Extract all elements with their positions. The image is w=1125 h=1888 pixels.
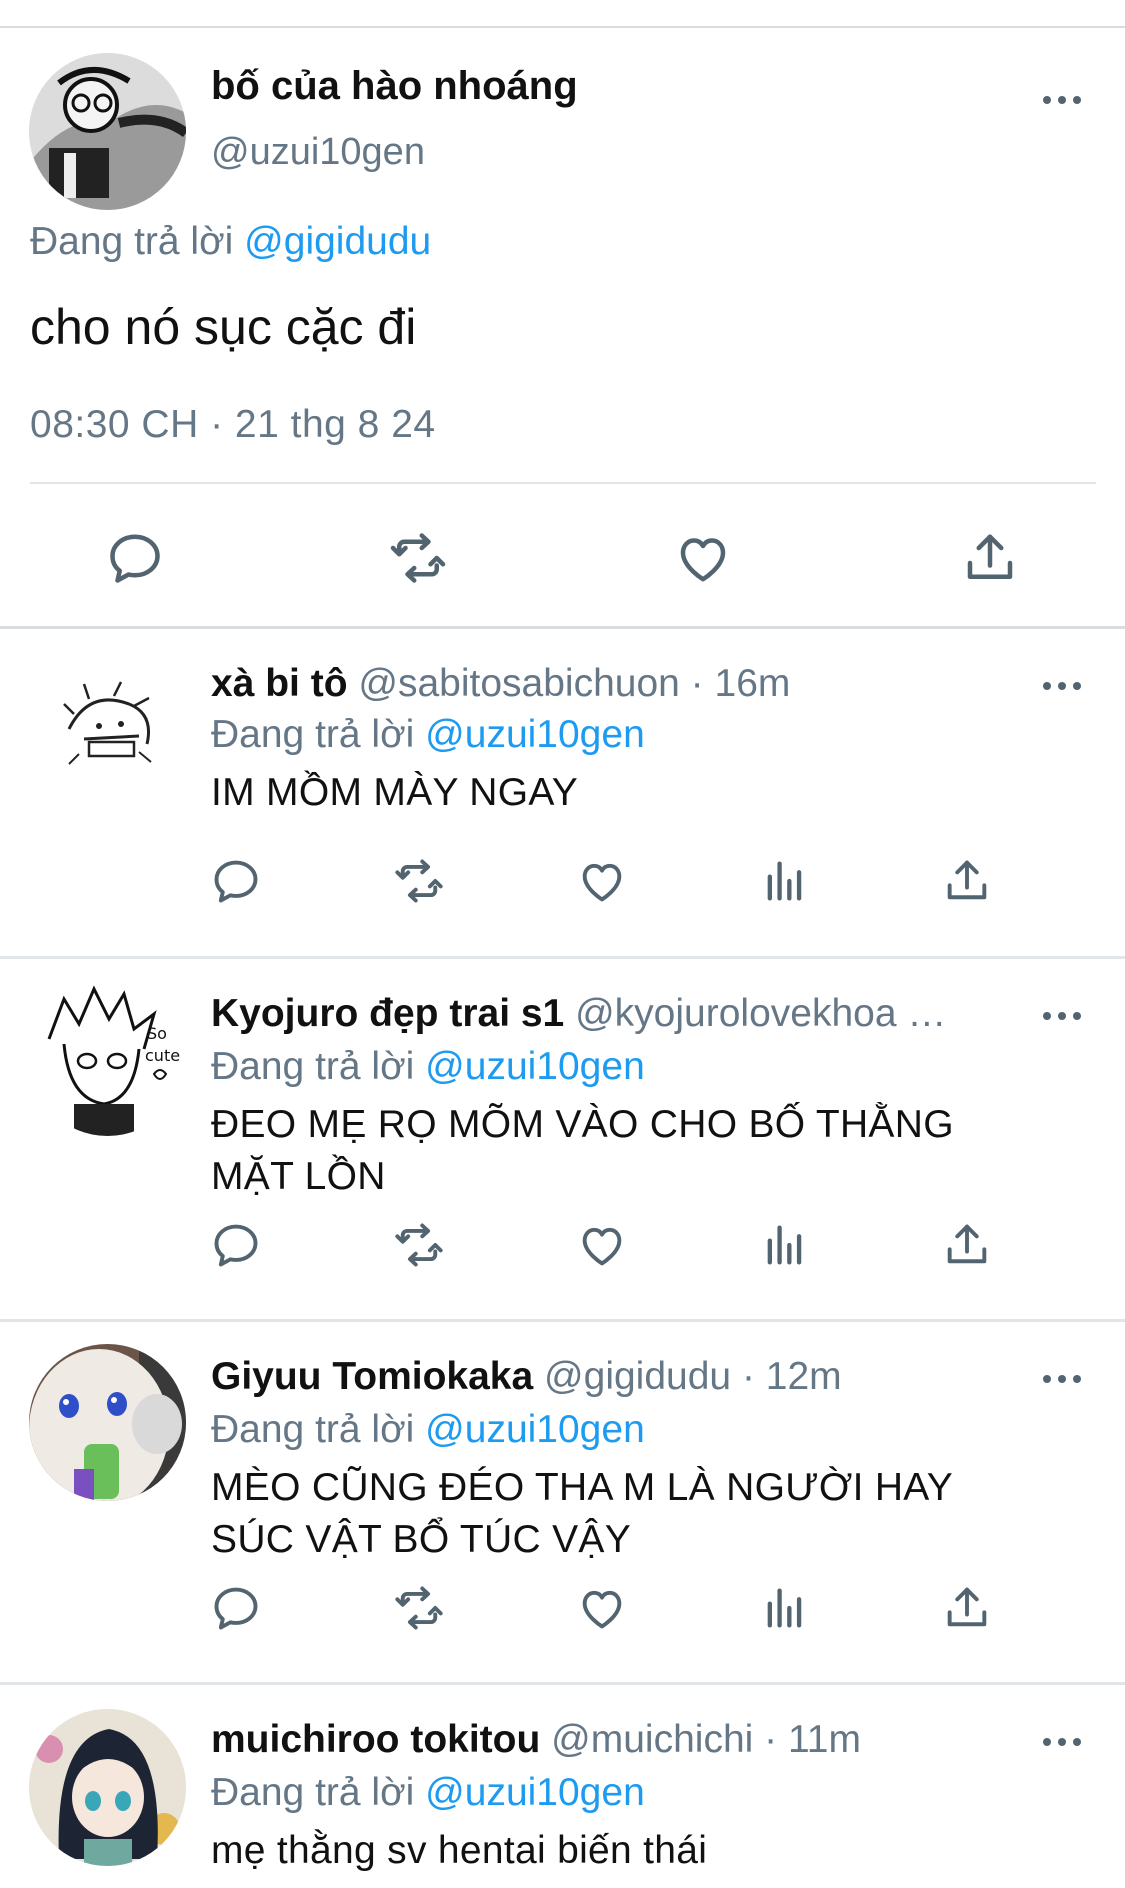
user-handle[interactable]: @sabitosabichuon · 16m bbox=[358, 662, 790, 705]
replying-prefix: Đang trả lời bbox=[30, 220, 234, 263]
sketch-avatar-image bbox=[29, 654, 186, 811]
more-options-icon[interactable] bbox=[1040, 1367, 1084, 1391]
tweet-text: ĐEO MẸ RỌ MÕM VÀO CHO BỐ THẰNG MẶT LỒN bbox=[211, 1103, 954, 1198]
display-name[interactable]: Kyojuro đẹp trai s1 bbox=[211, 992, 564, 1035]
svg-text:So: So bbox=[147, 1024, 167, 1043]
replying-to-line: Đang trả lời @gigidudu bbox=[30, 220, 431, 264]
tweet-text: IM MỒM MÀY NGAY bbox=[211, 771, 579, 814]
reply-tweet[interactable]: xà bi tô @sabitosabichuon · 16m Đang trả… bbox=[0, 629, 1125, 959]
retweet-icon[interactable] bbox=[393, 1219, 445, 1271]
share-icon[interactable] bbox=[941, 855, 993, 907]
reply-header: Kyojuro đẹp trai s1 @kyojurolovekhoa … bbox=[211, 992, 1021, 1036]
user-handle[interactable]: @muichichi · 11m bbox=[551, 1718, 861, 1761]
reply-header: muichiroo tokitou @muichichi · 11m bbox=[211, 1718, 1021, 1762]
reply-icon[interactable] bbox=[210, 1582, 262, 1634]
more-options-icon[interactable] bbox=[1040, 674, 1084, 698]
reply-icon[interactable] bbox=[105, 528, 165, 588]
manga-avatar-image bbox=[29, 53, 186, 210]
reply-tweet[interactable]: muichiroo tokitou @muichichi · 11m Đang … bbox=[0, 1685, 1125, 1888]
anime-avatar-image bbox=[29, 1709, 186, 1866]
reply-header: Giyuu Tomiokaka @gigidudu · 12m bbox=[211, 1355, 1021, 1399]
user-handle[interactable]: @uzui10gen bbox=[211, 131, 425, 174]
display-name[interactable]: muichiroo tokitou bbox=[211, 1718, 540, 1761]
user-handle[interactable]: @kyojurolovekhoa … bbox=[575, 992, 946, 1035]
share-icon[interactable] bbox=[941, 1219, 993, 1271]
display-name[interactable]: xà bi tô bbox=[211, 662, 348, 705]
reply-tweet[interactable]: So cute Kyojuro đẹp trai s1 @kyojurolove… bbox=[0, 959, 1125, 1322]
retweet-icon[interactable] bbox=[393, 1582, 445, 1634]
reply-header: xà bi tô @sabitosabichuon · 16m bbox=[211, 662, 1021, 706]
more-options-icon[interactable] bbox=[1040, 1004, 1084, 1028]
share-icon[interactable] bbox=[941, 1582, 993, 1634]
plush-avatar-image bbox=[29, 1344, 186, 1501]
replying-to-line: Đang trả lời @uzui10gen bbox=[211, 713, 645, 757]
more-options-icon[interactable] bbox=[1040, 1730, 1084, 1754]
reply-icon[interactable] bbox=[210, 1219, 262, 1271]
display-name[interactable]: bố của hào nhoáng bbox=[211, 64, 578, 109]
share-icon[interactable] bbox=[960, 528, 1020, 588]
tweet-text: mẹ thằng sv hentai biến thái bbox=[211, 1829, 708, 1872]
like-icon[interactable] bbox=[576, 1582, 628, 1634]
replying-prefix: Đang trả lời bbox=[211, 1771, 415, 1814]
like-icon[interactable] bbox=[673, 528, 733, 588]
replying-to-line: Đang trả lời @uzui10gen bbox=[211, 1771, 645, 1815]
mention-link[interactable]: @uzui10gen bbox=[425, 1408, 645, 1451]
views-icon[interactable] bbox=[759, 1219, 811, 1271]
svg-text:cute: cute bbox=[145, 1046, 180, 1065]
like-icon[interactable] bbox=[576, 855, 628, 907]
retweet-icon[interactable] bbox=[393, 855, 445, 907]
mention-link[interactable]: @uzui10gen bbox=[425, 1045, 645, 1088]
avatar[interactable] bbox=[29, 1344, 186, 1501]
replying-to-line: Đang trả lời @uzui10gen bbox=[211, 1045, 645, 1089]
reply-icon[interactable] bbox=[210, 855, 262, 907]
tweet-timestamp[interactable]: 08:30 CH · 21 thg 8 24 bbox=[30, 403, 436, 447]
replying-to-line: Đang trả lời @uzui10gen bbox=[211, 1408, 645, 1452]
views-icon[interactable] bbox=[759, 855, 811, 907]
mention-link[interactable]: @uzui10gen bbox=[425, 1771, 645, 1814]
replying-prefix: Đang trả lời bbox=[211, 1045, 415, 1088]
display-name[interactable]: Giyuu Tomiokaka bbox=[211, 1355, 533, 1398]
retweet-icon[interactable] bbox=[388, 528, 448, 588]
mention-link[interactable]: @uzui10gen bbox=[425, 713, 645, 756]
mention-link[interactable]: @gigidudu bbox=[244, 220, 431, 263]
user-handle[interactable]: @gigidudu · 12m bbox=[544, 1355, 842, 1398]
views-icon[interactable] bbox=[759, 1582, 811, 1634]
tweet-text: MÈO CŨNG ĐÉO THA M LÀ NGƯỜI HAY SÚC VẬT … bbox=[211, 1466, 953, 1561]
like-icon[interactable] bbox=[576, 1219, 628, 1271]
main-tweet: bố của hào nhoáng @uzui10gen Đang trả lờ… bbox=[0, 28, 1125, 628]
replying-prefix: Đang trả lời bbox=[211, 713, 415, 756]
tweet-text: cho nó sục cặc đi bbox=[30, 299, 417, 355]
reply-tweet[interactable]: Giyuu Tomiokaka @gigidudu · 12m Đang trả… bbox=[0, 1322, 1125, 1685]
avatar[interactable] bbox=[29, 654, 186, 811]
replying-prefix: Đang trả lời bbox=[211, 1408, 415, 1451]
avatar[interactable] bbox=[29, 53, 186, 210]
more-options-icon[interactable] bbox=[1040, 88, 1084, 112]
avatar[interactable] bbox=[29, 1709, 186, 1866]
avatar[interactable]: So cute bbox=[29, 979, 186, 1136]
divider bbox=[30, 482, 1096, 484]
sketch-avatar-image: So cute bbox=[29, 979, 186, 1136]
